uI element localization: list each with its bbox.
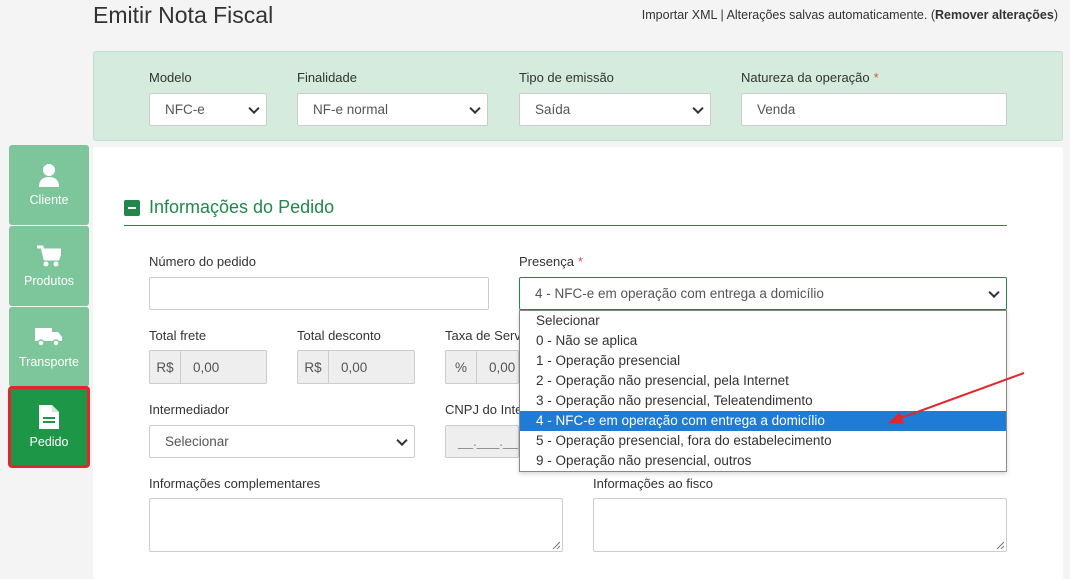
- modelo-select[interactable]: NFC-e: [149, 93, 267, 126]
- info-complementares-textarea[interactable]: [149, 498, 563, 552]
- finalidade-label: Finalidade: [297, 70, 357, 85]
- natureza-label: Natureza da operação *: [741, 70, 879, 85]
- total-desconto-value: 0,00: [341, 359, 368, 375]
- sidebar-item-transporte[interactable]: Transporte: [9, 307, 89, 387]
- total-frete-input[interactable]: R$ 0,00: [149, 350, 267, 384]
- total-frete-value: 0,00: [193, 359, 220, 375]
- truck-icon: [9, 323, 89, 351]
- info-fisco-label: Informações ao fisco: [593, 476, 713, 491]
- sidebar-item-label: Produtos: [23, 274, 75, 288]
- user-icon: [9, 161, 89, 189]
- collapse-icon[interactable]: [124, 199, 140, 216]
- chevron-down-icon: [248, 102, 260, 114]
- presenca-select[interactable]: 4 - NFC-e em operação com entrega a domi…: [519, 277, 1007, 310]
- resize-grip-icon[interactable]: [996, 541, 1004, 549]
- total-frete-label: Total frete: [149, 328, 207, 343]
- chevron-down-icon: [469, 102, 481, 114]
- header-separator: |: [717, 8, 727, 22]
- dropdown-option[interactable]: 3 - Operação não presencial, Teleatendim…: [520, 391, 1006, 411]
- taxa-servico-input[interactable]: % 0,00: [445, 350, 519, 384]
- sidebar-item-cliente[interactable]: Cliente: [9, 145, 89, 225]
- total-desconto-input[interactable]: R$ 0,00: [297, 350, 415, 384]
- tipo-emissao-value: Saída: [535, 102, 571, 117]
- chevron-down-icon: [396, 434, 408, 446]
- section-header[interactable]: Informações do Pedido: [124, 197, 334, 218]
- section-title: Informações do Pedido: [149, 197, 335, 217]
- taxa-servico-label: Taxa de Servi: [445, 328, 524, 343]
- percent-prefix: %: [446, 351, 477, 383]
- sidebar-item-produtos[interactable]: Produtos: [9, 226, 89, 306]
- tipo-emissao-select[interactable]: Saída: [519, 93, 711, 126]
- chevron-down-icon: [692, 102, 704, 114]
- remove-changes-link[interactable]: Remover alterações: [935, 8, 1054, 22]
- sidebar-item-label: Pedido: [29, 435, 69, 449]
- resize-grip-icon[interactable]: [552, 541, 560, 549]
- presenca-label: Presença *: [519, 254, 583, 269]
- currency-prefix: R$: [298, 351, 329, 383]
- dropdown-option[interactable]: 2 - Operação não presencial, pela Intern…: [520, 371, 1006, 391]
- cnpj-input[interactable]: __.___.___/: [445, 425, 519, 458]
- document-icon: [9, 403, 89, 431]
- dropdown-option[interactable]: 5 - Operação presencial, fora do estabel…: [520, 431, 1006, 451]
- required-marker: *: [873, 70, 879, 85]
- intermediador-value: Selecionar: [165, 434, 229, 449]
- info-complementares-label: Informações complementares: [149, 476, 321, 491]
- page-title: Emitir Nota Fiscal: [93, 2, 274, 28]
- sidebar-item-label: Transporte: [19, 355, 79, 369]
- sidebar-item-pedido[interactable]: Pedido: [8, 386, 90, 468]
- currency-prefix: R$: [150, 351, 181, 383]
- dropdown-option[interactable]: 1 - Operação presencial: [520, 351, 1006, 371]
- intermediador-label: Intermediador: [149, 402, 230, 417]
- intermediador-select[interactable]: Selecionar: [149, 425, 415, 458]
- dropdown-option[interactable]: 0 - Não se aplica: [520, 331, 1006, 351]
- cnpj-mask: __.___.___/: [458, 434, 519, 449]
- finalidade-select[interactable]: NF-e normal: [297, 93, 488, 126]
- header-actions: Importar XML | Alterações salvas automat…: [642, 8, 1058, 22]
- cart-icon: [9, 242, 89, 270]
- required-marker: *: [577, 254, 583, 269]
- dropdown-option[interactable]: Selecionar: [520, 311, 1006, 331]
- chevron-down-icon: [988, 286, 1000, 298]
- natureza-label-text: Natureza da operação: [741, 70, 870, 85]
- cnpj-label: CNPJ do Inte: [445, 402, 523, 417]
- natureza-value: Venda: [757, 102, 796, 117]
- dropdown-option-selected[interactable]: 4 - NFC-e em operação com entrega a domi…: [520, 411, 1006, 431]
- modelo-label: Modelo: [149, 70, 192, 85]
- natureza-input[interactable]: Venda: [741, 93, 1007, 126]
- import-xml-link[interactable]: Importar XML: [642, 8, 717, 22]
- autosave-status: Alterações salvas automaticamente. (: [726, 8, 935, 22]
- taxa-servico-value: 0,00: [489, 359, 516, 375]
- tipo-emissao-label: Tipo de emissão: [519, 70, 614, 85]
- presenca-value: 4 - NFC-e em operação com entrega a domi…: [535, 286, 824, 301]
- numero-pedido-label: Número do pedido: [149, 254, 256, 269]
- close-paren: ): [1053, 8, 1058, 22]
- sidebar-item-label: Cliente: [29, 193, 69, 207]
- info-fisco-textarea[interactable]: [593, 498, 1007, 552]
- total-desconto-label: Total desconto: [297, 328, 381, 343]
- numero-pedido-input[interactable]: [149, 277, 489, 310]
- modelo-value: NFC-e: [165, 102, 205, 117]
- dropdown-option[interactable]: 9 - Operação não presencial, outros: [520, 451, 1006, 471]
- presenca-dropdown-list: Selecionar 0 - Não se aplica 1 - Operaçã…: [519, 310, 1007, 472]
- finalidade-value: NF-e normal: [313, 102, 389, 117]
- presenca-label-text: Presença: [519, 254, 574, 269]
- section-divider: [124, 225, 1007, 226]
